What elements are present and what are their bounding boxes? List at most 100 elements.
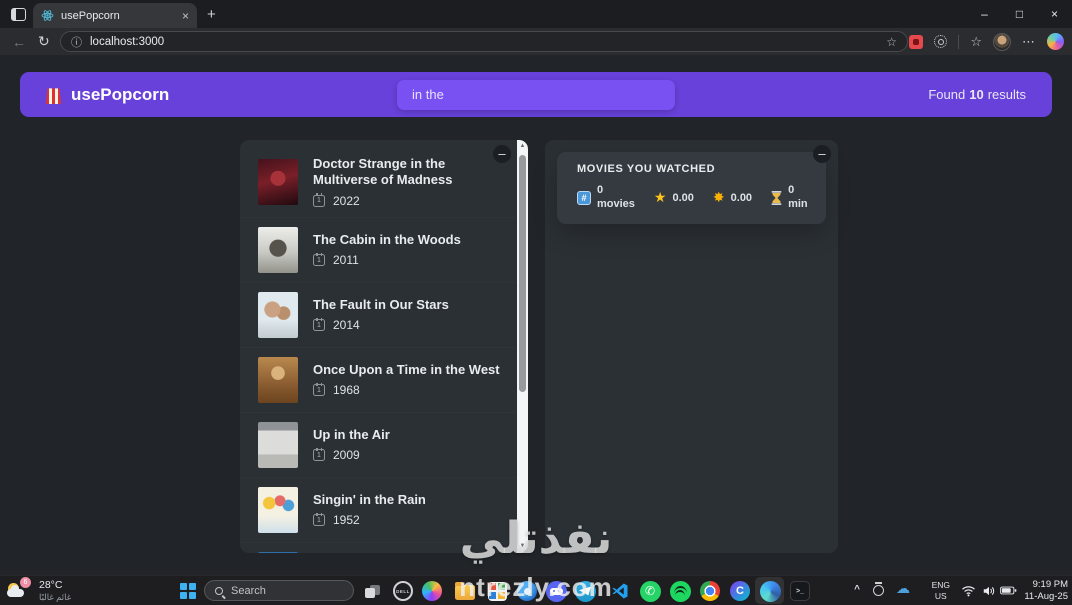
weather-temp: 28°C	[39, 579, 63, 592]
search-label: Search	[231, 584, 266, 597]
pinned-app-icon[interactable]	[516, 580, 538, 602]
chrome-icon[interactable]	[699, 580, 721, 602]
browser-titlebar: usePopcorn × + – □ ×	[0, 0, 1072, 28]
whatsapp-icon[interactable]: ✆	[639, 580, 661, 602]
tray-ring-icon[interactable]	[873, 582, 884, 596]
tray-time: 9:19 PM	[1032, 579, 1068, 590]
tray-date: 11-Aug-25	[1024, 591, 1068, 603]
tray-overflow-icon[interactable]: ^	[854, 584, 860, 595]
copilot-app-icon[interactable]	[421, 580, 443, 602]
app-title: usePopcorn	[71, 84, 170, 104]
scroll-up-icon[interactable]: ▲	[520, 143, 526, 149]
watermark-arabic: نفذتلي	[459, 514, 613, 563]
star-icon: ★	[653, 189, 667, 206]
collapse-list-button[interactable]: –	[493, 145, 511, 163]
calendar-icon: 1	[313, 382, 325, 397]
calendar-icon: 1	[313, 512, 325, 527]
calendar-icon: 1	[313, 317, 325, 332]
movie-item[interactable]	[240, 543, 528, 553]
taskbar-search[interactable]: Search	[204, 580, 354, 601]
vscode-icon[interactable]	[609, 580, 631, 602]
extensions-menu-icon[interactable]	[934, 35, 948, 48]
favorites-icon[interactable]: ☆	[970, 34, 982, 50]
search-icon	[215, 586, 223, 595]
movie-poster	[258, 356, 298, 403]
window-close-button[interactable]: ×	[1037, 0, 1072, 28]
movie-poster	[258, 226, 298, 273]
movie-item[interactable]: Doctor Strange in the Multiverse of Madn…	[240, 147, 528, 218]
telegram-icon[interactable]	[574, 580, 596, 602]
copilot-icon[interactable]	[1047, 33, 1064, 50]
calendar-icon: 1	[313, 447, 325, 462]
movie-item[interactable]: Singin' in the Rain 1 1952	[240, 478, 528, 543]
stat-imdb-value: 0.00	[672, 191, 694, 204]
react-icon	[41, 10, 54, 21]
calendar-icon: 1	[313, 252, 325, 267]
task-view-button[interactable]	[361, 580, 383, 602]
wifi-icon[interactable]	[961, 585, 976, 597]
results-count: Found 10 results	[928, 87, 1026, 102]
clock[interactable]: 9:19 PM 11-Aug-25	[1024, 579, 1068, 604]
terminal-icon[interactable]: >_	[789, 580, 811, 602]
dell-app-icon[interactable]: DELL	[392, 580, 414, 602]
scroll-down-icon[interactable]: ▼	[520, 543, 526, 549]
movie-item[interactable]: Up in the Air 1 2009	[240, 413, 528, 478]
movie-list: Doctor Strange in the Multiverse of Madn…	[240, 140, 528, 553]
discord-icon[interactable]	[545, 580, 567, 602]
edge-icon-active[interactable]	[755, 577, 784, 604]
movie-item[interactable]: The Cabin in the Woods 1 2011	[240, 218, 528, 283]
tab-actions-icon[interactable]	[11, 7, 26, 21]
movie-item[interactable]: The Fault in Our Stars 1 2014	[240, 283, 528, 348]
brand: usePopcorn	[46, 85, 169, 105]
extension-icon[interactable]	[909, 34, 924, 49]
stat-count: # 0 movies	[577, 184, 635, 212]
stat-runtime: 0 min	[771, 184, 808, 212]
site-info-icon[interactable]: ⓘ	[71, 34, 82, 50]
hourglass-icon	[771, 190, 782, 205]
movie-item[interactable]: Once Upon a Time in the West 1 1968	[240, 348, 528, 413]
movie-title: The Cabin in the Woods	[313, 231, 461, 247]
battery-icon[interactable]	[1000, 585, 1017, 596]
bookmark-icon[interactable]: ☆	[886, 35, 897, 49]
spotify-icon[interactable]	[669, 580, 691, 602]
file-explorer-icon[interactable]	[454, 580, 476, 602]
browser-menu-icon[interactable]: ⋯	[1022, 34, 1036, 50]
new-tab-button[interactable]: +	[207, 6, 216, 23]
movie-year: 2011	[333, 253, 359, 268]
speaker-icon[interactable]	[982, 585, 996, 597]
movie-poster	[258, 421, 298, 468]
refresh-icon[interactable]: ↻	[38, 33, 50, 50]
start-button[interactable]	[180, 583, 196, 599]
glow-star-icon: ✸	[712, 189, 725, 206]
language-indicator[interactable]: ENG US	[932, 580, 950, 601]
movie-year: 2022	[333, 193, 360, 208]
popcorn-logo-icon	[46, 88, 61, 104]
browser-tab[interactable]: usePopcorn ×	[33, 3, 197, 28]
address-bar[interactable]: ⓘ localhost:3000 ☆	[60, 31, 908, 52]
canva-icon[interactable]: C	[729, 580, 751, 602]
window-minimize-button[interactable]: –	[967, 0, 1002, 28]
cloud-shape-icon	[7, 585, 24, 597]
movie-title: The Fault in Our Stars	[313, 296, 449, 312]
screen: usePopcorn × + – □ × ← ↻ ⓘ localhost:300…	[0, 0, 1072, 605]
tab-close-icon[interactable]: ×	[182, 9, 189, 23]
weather-widget[interactable]: 6 28°C غائم غالبًا	[6, 577, 71, 604]
collapse-watched-button[interactable]: –	[813, 145, 831, 163]
stat-runtime-unit: min	[788, 197, 808, 210]
results-number: 10	[969, 87, 984, 102]
weather-badge: 6	[20, 577, 31, 588]
movie-search-input[interactable]	[397, 79, 675, 110]
scrollbar-thumb[interactable]	[519, 155, 526, 392]
cloud-icon[interactable]: ☁	[896, 580, 910, 597]
hash-icon: #	[577, 190, 591, 205]
movie-title: Up in the Air	[313, 426, 390, 442]
window-maximize-button[interactable]: □	[1002, 0, 1037, 28]
back-icon[interactable]: ←	[12, 34, 26, 50]
address-url[interactable]: localhost:3000	[90, 36, 878, 48]
profile-avatar[interactable]	[993, 32, 1011, 51]
movie-poster	[258, 158, 298, 205]
photos-app-icon[interactable]	[486, 580, 508, 602]
list-scrollbar[interactable]: ▲ ▼	[517, 140, 528, 553]
browser-toolbar: ← ↻ ⓘ localhost:3000 ☆ ☆ ⋯	[0, 28, 1072, 55]
watched-summary: MOVIES YOU WATCHED # 0 movies ★ 0.00 ✸ 0…	[557, 152, 826, 224]
